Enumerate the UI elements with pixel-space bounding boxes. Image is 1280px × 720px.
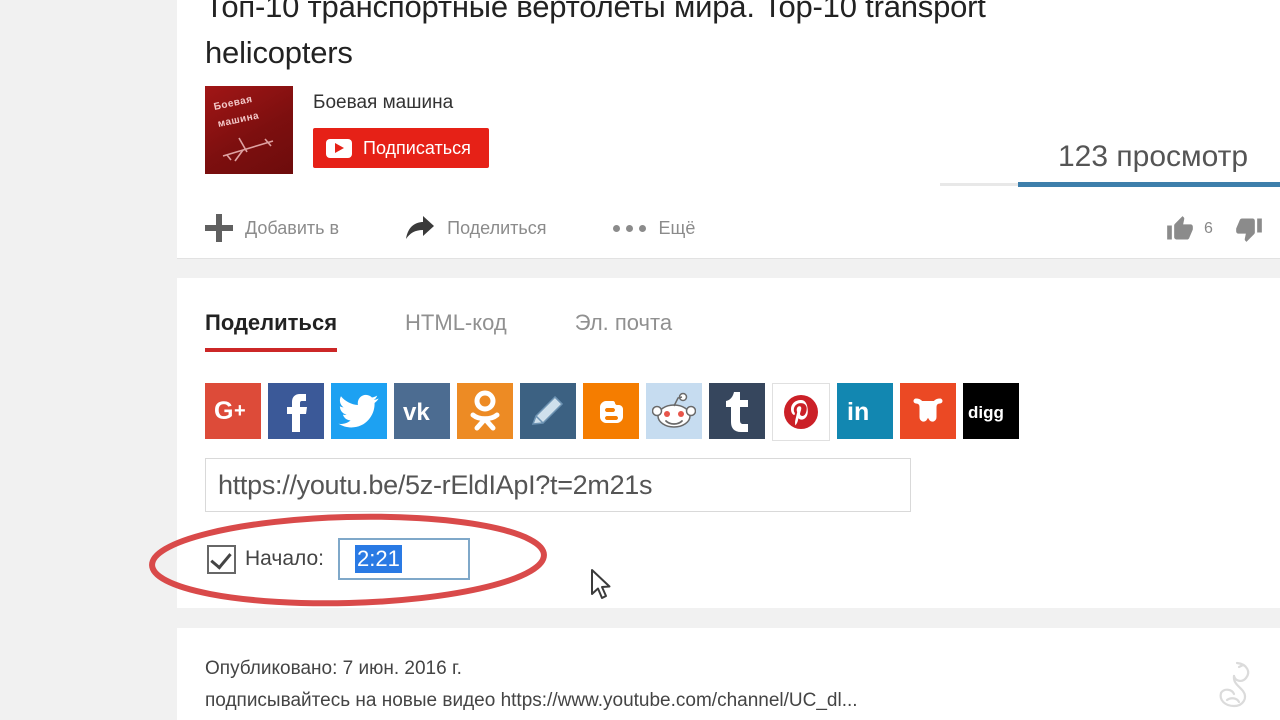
share-vk-icon[interactable]: vk <box>394 383 450 439</box>
youtube-play-icon <box>326 138 352 158</box>
start-at-label: Начало: <box>245 547 325 570</box>
share-tabs: Поделиться HTML-код Эл. почта <box>205 300 740 352</box>
start-at-time-input[interactable]: 2:21 <box>338 538 471 580</box>
video-action-row: Добавить в Поделиться Ещё <box>205 206 695 250</box>
channel-avatar[interactable]: Боевая машина <box>205 86 293 174</box>
screenshot-root: Топ-10 транспортные вертолеты мира. Top-… <box>0 0 1280 720</box>
view-count: 123 просмотр <box>1058 140 1249 173</box>
share-pinterest-icon[interactable] <box>772 383 830 441</box>
channel-name[interactable]: Боевая машина <box>313 92 453 114</box>
airplane-icon <box>222 137 274 162</box>
share-button[interactable]: Поделиться <box>405 215 547 241</box>
share-digg-icon[interactable]: digg <box>963 383 1019 439</box>
ellipsis-icon <box>612 224 647 232</box>
share-url-input[interactable] <box>205 458 911 512</box>
share-facebook-icon[interactable] <box>268 383 324 439</box>
subscribe-button-label: Подписаться <box>363 137 471 158</box>
share-blogger-icon[interactable] <box>583 383 639 439</box>
tab-share[interactable]: Поделиться <box>205 310 338 352</box>
share-reddit-icon[interactable] <box>646 383 702 439</box>
more-button[interactable]: Ещё <box>612 217 696 239</box>
tab-email[interactable]: Эл. почта <box>575 310 672 352</box>
thumbs-down-icon[interactable] <box>1234 215 1264 243</box>
dragon-watermark-icon <box>1219 661 1250 708</box>
share-google-plus-icon[interactable]: G + <box>205 383 261 439</box>
share-linkedin-icon[interactable]: in <box>837 383 893 439</box>
thumbs-up-icon[interactable] <box>1165 215 1195 243</box>
plus-icon <box>205 214 233 242</box>
social-share-row: G + vk in digg <box>205 383 1019 441</box>
start-at-time-value: 2:21 <box>355 545 402 573</box>
share-odnoklassniki-icon[interactable] <box>457 383 513 439</box>
published-date: Опубликовано: 7 июн. 2016 г. <box>205 658 462 679</box>
share-livejournal-icon[interactable] <box>520 383 576 439</box>
svg-text:digg: digg <box>968 403 1004 422</box>
tab-html-code[interactable]: HTML-код <box>405 310 507 352</box>
share-label: Поделиться <box>447 217 547 238</box>
share-stumbleupon-icon[interactable] <box>900 383 956 439</box>
like-dislike-group: 6 <box>1165 212 1264 246</box>
video-title: Топ-10 транспортные вертолеты мира. Top-… <box>205 0 986 70</box>
share-tumblr-icon[interactable] <box>709 383 765 439</box>
more-label: Ещё <box>658 217 696 238</box>
start-at-checkbox[interactable] <box>207 544 236 574</box>
like-count: 6 <box>1204 220 1213 237</box>
subscribe-button[interactable]: Подписаться <box>313 128 489 168</box>
start-at-row: Начало: 2:21 <box>207 536 471 582</box>
rating-bar-track <box>940 183 1018 186</box>
action-row-divider <box>177 258 1280 259</box>
svg-text:in: in <box>847 398 869 426</box>
add-to-label: Добавить в <box>245 217 340 238</box>
description-text: подписывайтесь на новые видео https://ww… <box>205 690 858 711</box>
svg-text:+: + <box>234 400 246 422</box>
svg-text:G: G <box>214 397 233 425</box>
rating-bar-fill <box>1018 182 1280 187</box>
add-to-button[interactable]: Добавить в <box>205 214 339 242</box>
channel-row: Боевая машина Боевая машина Подписаться <box>205 86 845 178</box>
share-twitter-icon[interactable] <box>331 383 387 439</box>
svg-text:vk: vk <box>403 399 430 426</box>
share-arrow-icon <box>406 216 435 239</box>
